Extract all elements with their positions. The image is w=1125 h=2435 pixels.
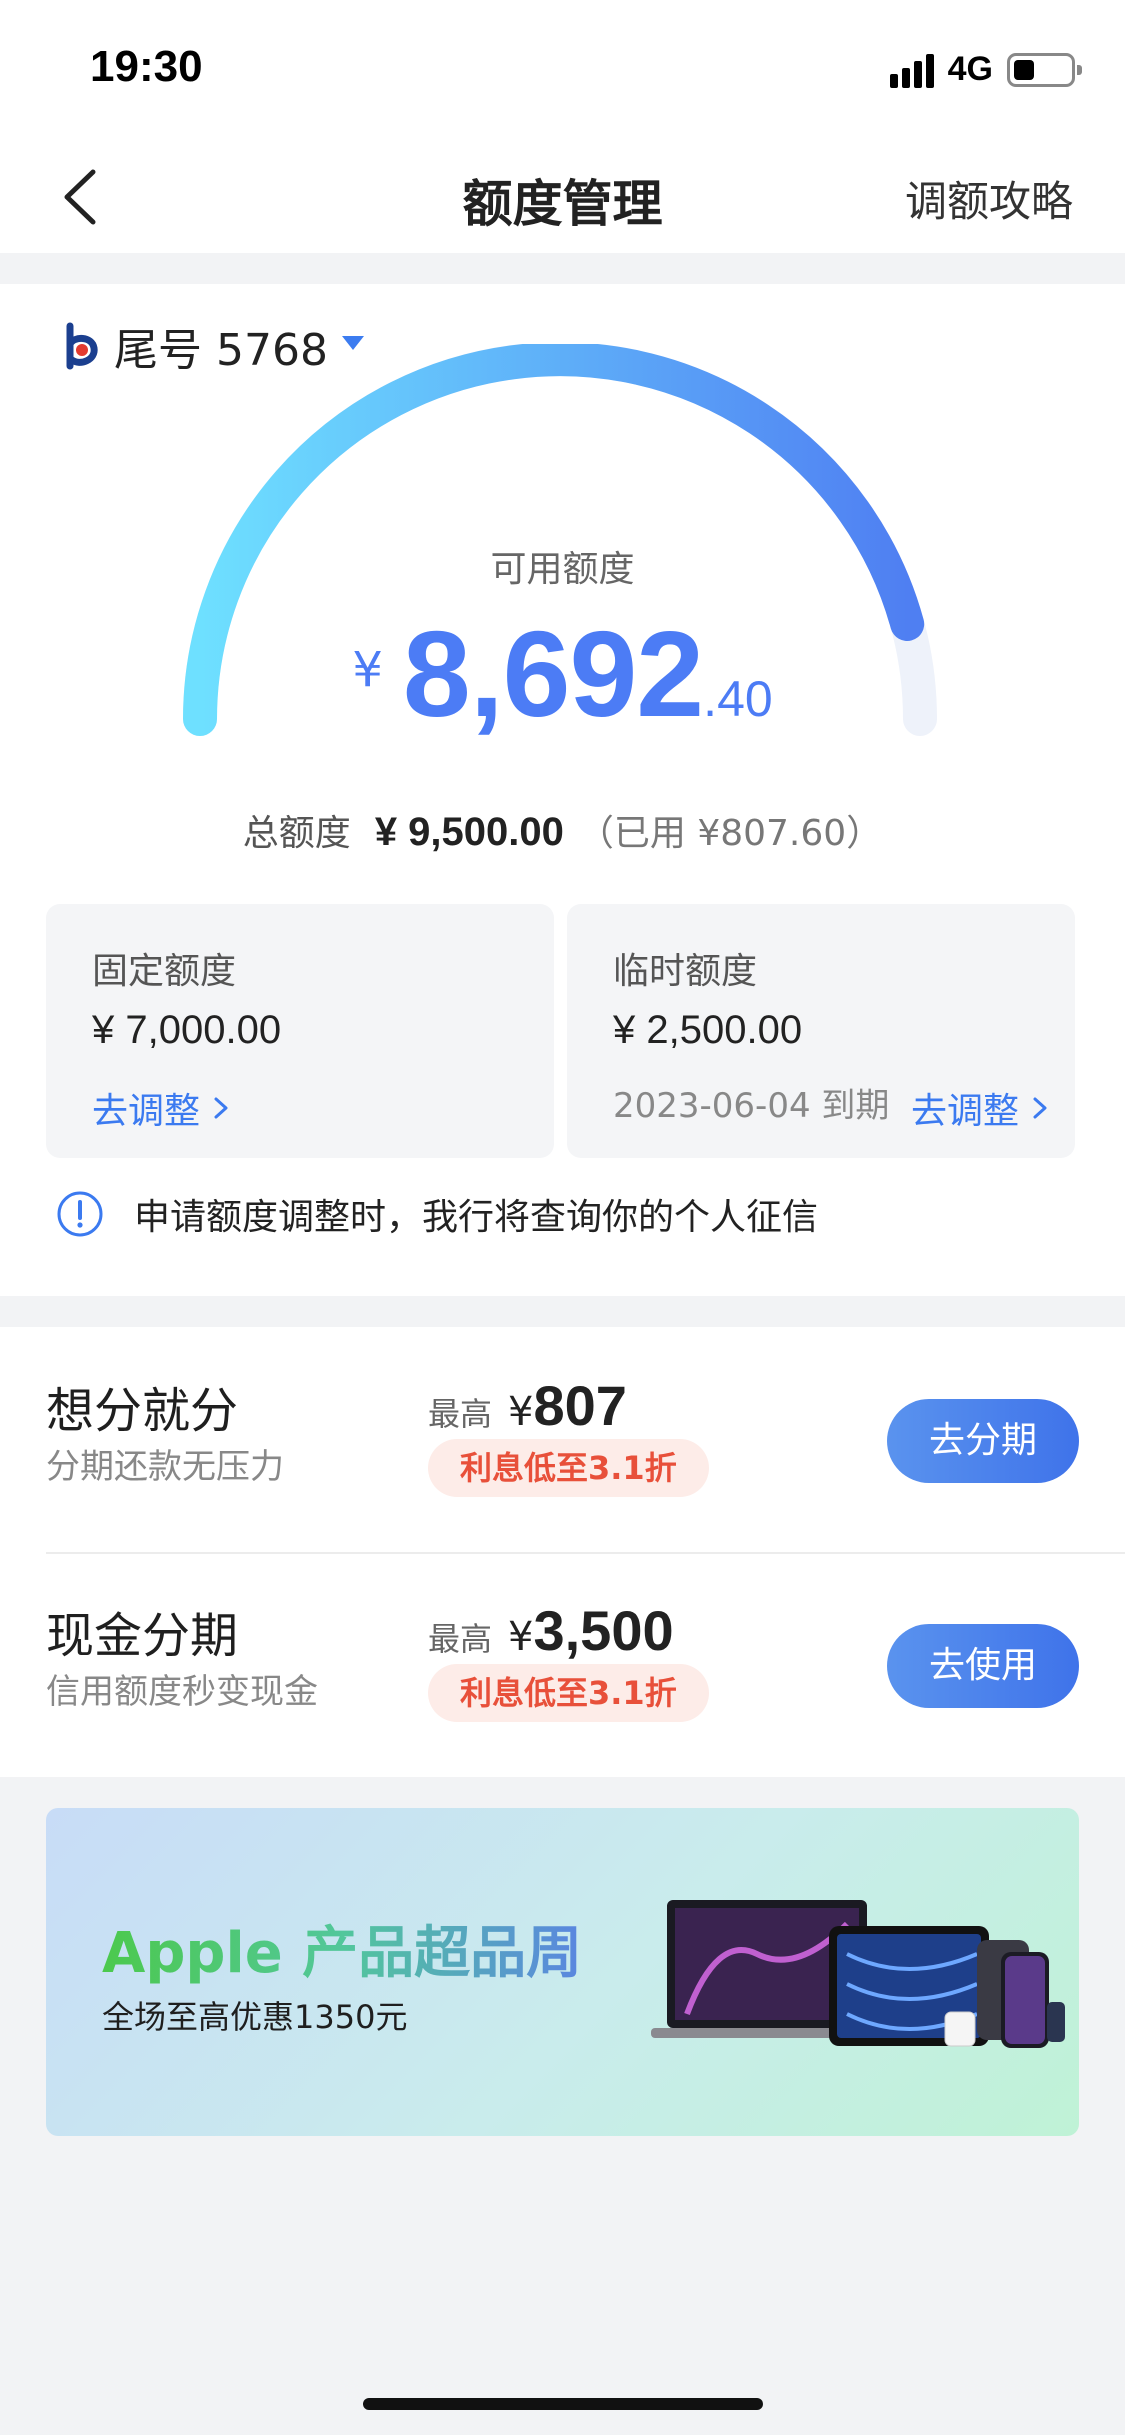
max-currency: ¥	[508, 1614, 534, 1660]
temp-adjust-label: 去调整	[910, 1091, 1019, 1132]
rate-tag: 利息低至3.1折	[428, 1664, 709, 1722]
status-indicators: 4G	[889, 50, 1082, 89]
notice-text: 申请额度调整时，我行将查询你的个人征信	[134, 1197, 819, 1238]
network-type: 4G	[947, 50, 993, 88]
status-bar: 19:30 4G	[0, 0, 1125, 140]
installment-max: 最高 ¥807	[428, 1373, 627, 1438]
temp-limit-value: ¥ 2,500.00	[613, 1008, 803, 1052]
banner-title: Apple 产品超品周	[102, 1908, 582, 1989]
chevron-right-icon	[214, 1097, 228, 1119]
credit-limit-page: 19:30 4G 额度管理 调额攻略 尾号 5768 可用额度 ¥ 8,692.…	[0, 0, 1125, 2435]
status-time: 19:30	[90, 42, 203, 91]
fixed-limit-value: ¥ 7,000.00	[92, 1008, 282, 1052]
total-limit-row: 总额度 ¥ 9,500.00 （已用 ¥807.60）	[0, 804, 1125, 856]
available-label: 可用额度	[490, 549, 635, 590]
rate-tag: 利息低至3.1折	[428, 1439, 709, 1497]
battery-level	[1014, 59, 1034, 80]
back-arrow-icon[interactable]	[55, 162, 115, 232]
available-decimal: .40	[703, 671, 773, 727]
credit-check-notice: 申请额度调整时，我行将查询你的个人征信	[56, 1188, 818, 1240]
available-amount: ¥8,692.40	[0, 604, 1125, 744]
limit-card: 尾号 5768 可用额度 ¥8,692.40 总额度 ¥ 9,500.00 （已用 …	[0, 284, 1125, 1296]
installment-max: 最高 ¥3,500	[428, 1598, 674, 1663]
info-icon	[57, 1191, 103, 1237]
fixed-limit-label: 固定额度	[92, 951, 237, 992]
total-label: 总额度	[242, 813, 351, 854]
fixed-adjust-label: 去调整	[92, 1091, 201, 1132]
max-label: 最高	[428, 1620, 493, 1658]
chevron-right-icon	[1033, 1097, 1047, 1119]
used-amount: （已用 ¥807.60）	[577, 813, 883, 854]
fixed-limit-box: 固定额度 ¥ 7,000.00 去调整	[46, 904, 554, 1158]
signal-icon	[889, 52, 934, 88]
temp-limit-box: 临时额度 ¥ 2,500.00 2023-06-04 到期 去调整	[567, 904, 1075, 1158]
apple-products-image	[651, 1900, 1065, 2048]
temp-limit-label: 临时额度	[613, 951, 758, 992]
installment-subtitle: 分期还款无压力	[46, 1447, 284, 1487]
max-currency: ¥	[508, 1389, 534, 1435]
promo-banner[interactable]: Apple 产品超品周 全场至高优惠1350元	[46, 1808, 1079, 2136]
installment-button[interactable]: 去分期	[887, 1399, 1079, 1483]
installment-row: 想分就分 分期还款无压力 最高 ¥807 利息低至3.1折 去分期	[0, 1327, 1125, 1552]
bank-logo-icon	[66, 322, 98, 370]
installment-card: 想分就分 分期还款无压力 最高 ¥807 利息低至3.1折 去分期 现金分期 信用…	[0, 1327, 1125, 1777]
home-indicator[interactable]	[363, 2398, 763, 2410]
installment-subtitle: 信用额度秒变现金	[46, 1672, 318, 1712]
available-integer: 8,692	[402, 606, 704, 742]
limit-guide-link[interactable]: 调额攻略	[905, 168, 1073, 229]
max-value: 3,500	[533, 1599, 674, 1662]
max-label: 最高	[428, 1395, 493, 1433]
max-value: 807	[533, 1374, 627, 1437]
fixed-adjust-link[interactable]: 去调整	[92, 1082, 232, 1134]
installment-title: 想分就分	[46, 1383, 239, 1439]
use-cash-button[interactable]: 去使用	[887, 1624, 1079, 1708]
cash-installment-row: 现金分期 信用额度秒变现金 最高 ¥3,500 利息低至3.1折 去使用	[0, 1552, 1125, 1777]
available-currency: ¥	[352, 642, 383, 698]
installment-title: 现金分期	[46, 1608, 239, 1664]
nav-bar: 额度管理 调额攻略	[0, 140, 1125, 253]
temp-adjust-link[interactable]: 去调整	[911, 1082, 1051, 1134]
temp-limit-expire: 2023-06-04 到期	[613, 1086, 890, 1126]
total-value: ¥ 9,500.00	[374, 810, 564, 854]
battery-icon	[1007, 52, 1082, 87]
banner-subtitle: 全场至高优惠1350元	[102, 1998, 408, 2036]
